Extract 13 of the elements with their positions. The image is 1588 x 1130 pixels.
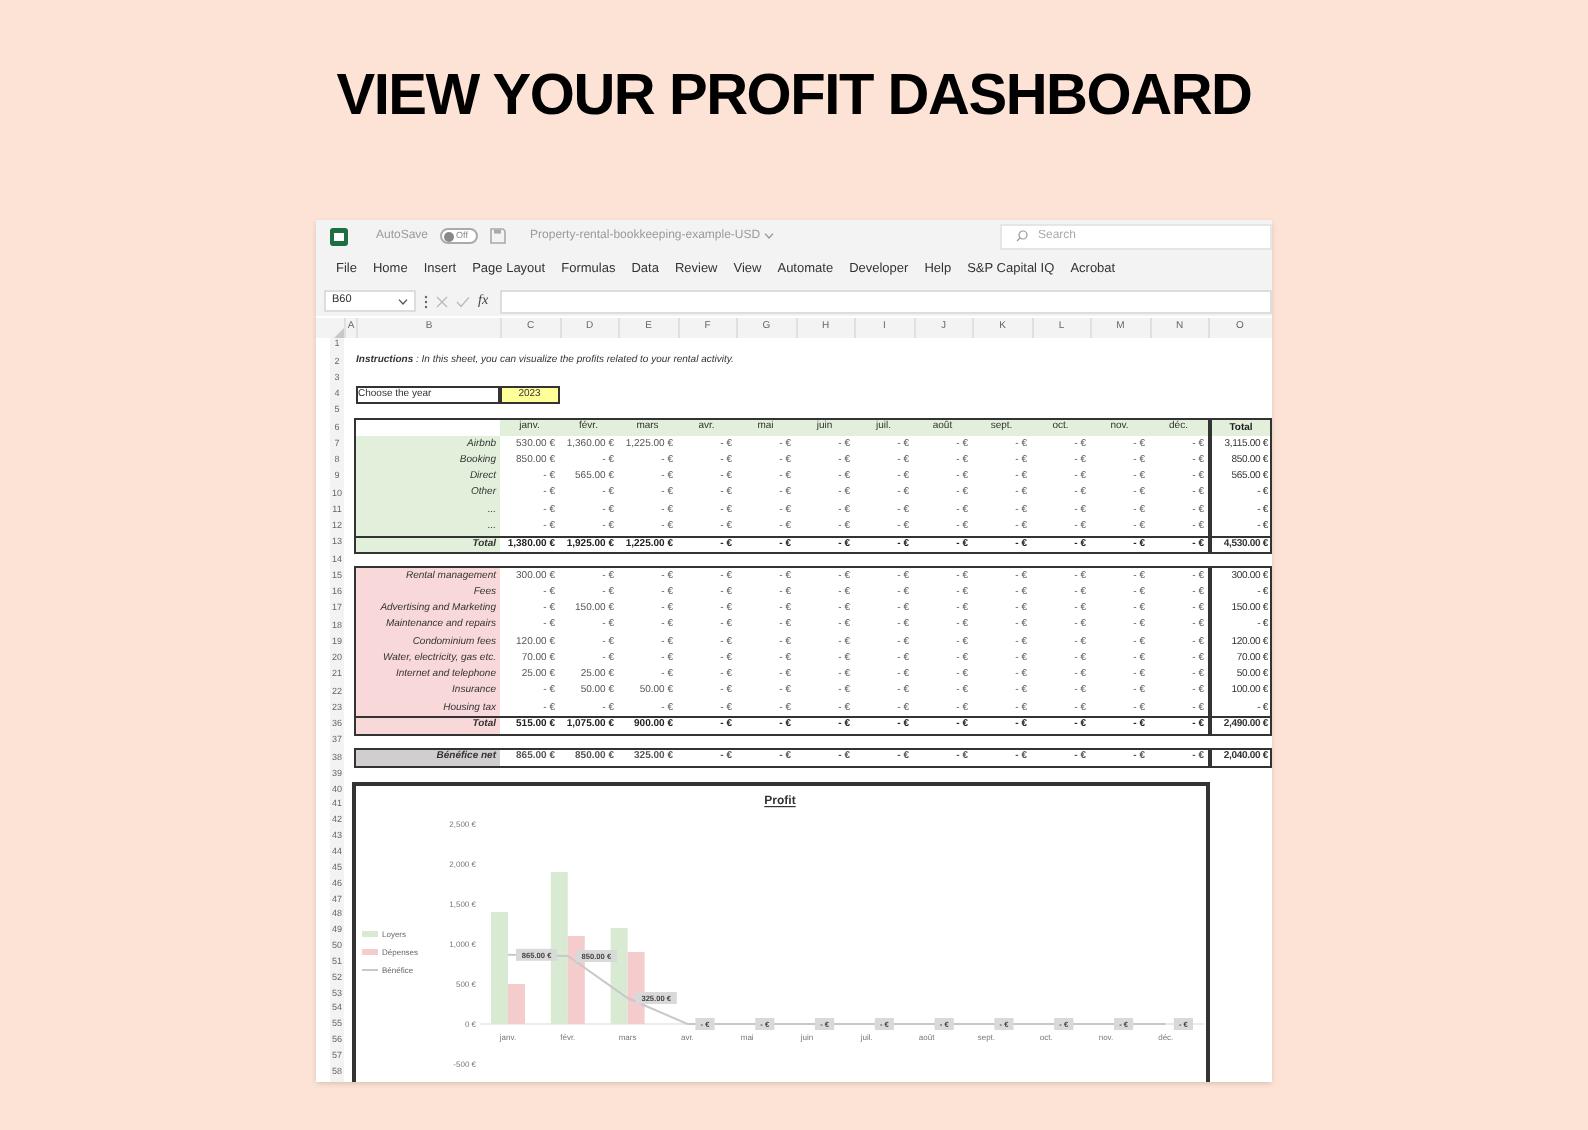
page-heading: VIEW YOUR PROFIT DASHBOARD [336, 66, 1252, 126]
spreadsheet-icon[interactable] [330, 227, 348, 245]
bar [610, 927, 628, 1024]
caret-icon [764, 232, 775, 240]
cancel-icon[interactable] [436, 295, 448, 307]
legend-swatch [362, 948, 378, 955]
check-icon[interactable] [456, 295, 470, 307]
select-all-icon[interactable] [334, 327, 344, 338]
legend-swatch [362, 930, 378, 937]
caret-icon [398, 297, 408, 305]
save-icon[interactable] [490, 228, 507, 244]
formula-field[interactable] [500, 289, 1272, 313]
search-icon [1016, 230, 1028, 242]
